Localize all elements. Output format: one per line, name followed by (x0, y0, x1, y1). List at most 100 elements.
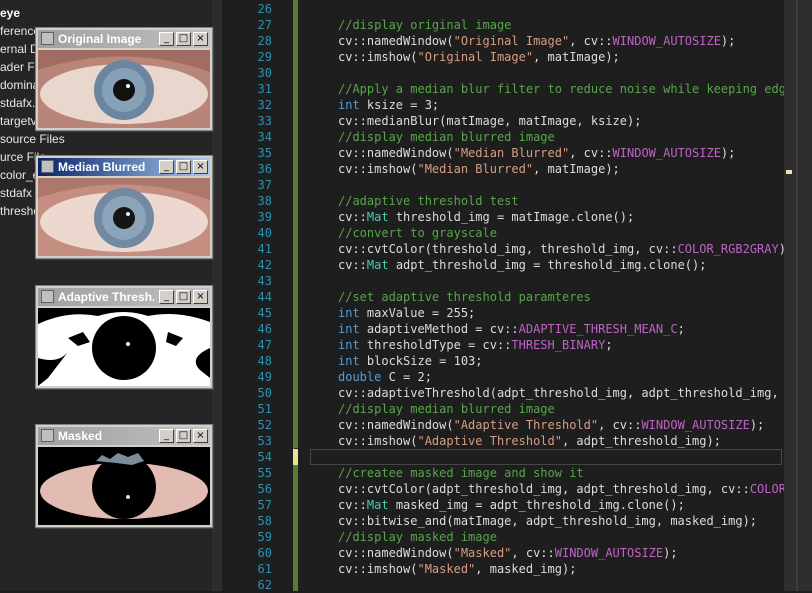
code-line[interactable]: int ksize = 3; (338, 97, 439, 113)
minimize-button[interactable]: _ (159, 290, 174, 304)
project-node-eye[interactable]: eye (0, 4, 20, 22)
maximize-button[interactable]: □ (176, 290, 191, 304)
code-line[interactable]: cv::Mat threshold_img = matImage.clone()… (338, 209, 634, 225)
window-titlebar[interactable]: Original Image _ □ × (38, 30, 210, 48)
panel-splitter[interactable] (212, 0, 222, 591)
code-line[interactable]: int maxValue = 255; (338, 305, 475, 321)
maximize-button[interactable]: □ (176, 160, 191, 174)
code-token: cv::adaptiveThreshold(adpt_threshold_img… (338, 386, 784, 400)
code-token: WINDOW_AUTOSIZE (554, 546, 664, 560)
code-line[interactable]: cv::cvtColor(adpt_threshold_img, adpt_th… (338, 481, 784, 497)
code-line[interactable]: //set adaptive threshold paramteres (338, 289, 591, 305)
line-number: 49 (257, 370, 272, 384)
code-line[interactable]: //convert to grayscale (338, 225, 497, 241)
code-token: int (338, 98, 360, 112)
code-token: ; (605, 338, 613, 352)
code-token: cv:: (338, 210, 367, 224)
window-title: Original Image (58, 32, 142, 46)
code-line[interactable]: //display median blurred image (338, 401, 555, 417)
code-line[interactable]: cv::namedWindow("Masked", cv::WINDOW_AUT… (338, 545, 678, 561)
code-token: //createe masked image and show it (338, 466, 584, 480)
code-token: ); (720, 34, 736, 48)
code-line[interactable]: cv::namedWindow("Median Blurred", cv::WI… (338, 145, 735, 161)
code-line[interactable]: //adaptive threshold test (338, 193, 519, 209)
code-token: cv::imshow( (338, 562, 418, 576)
code-line[interactable]: //display median blurred image (338, 129, 555, 145)
vertical-scrollbar[interactable] (784, 0, 812, 591)
code-token: ksize = 3; (359, 98, 440, 112)
code-line[interactable]: //createe masked image and show it (338, 465, 584, 481)
median-blurred-window[interactable]: Median Blurred _ □ × (35, 155, 213, 259)
code-line[interactable]: cv::namedWindow("Adaptive Threshold", cv… (338, 417, 764, 433)
code-editor[interactable]: //display original image cv::namedWindow(… (298, 0, 784, 591)
code-line[interactable]: cv::namedWindow("Original Image", cv::WI… (338, 33, 735, 49)
code-token: ; (677, 322, 685, 336)
line-number: 43 (257, 274, 272, 288)
code-token: Mat (366, 258, 389, 272)
code-token: "Masked" (453, 546, 512, 560)
code-line[interactable]: cv::cvtColor(threshold_img, threshold_im… (338, 241, 784, 257)
code-line[interactable]: cv::adaptiveThreshold(adpt_threshold_img… (338, 385, 784, 401)
code-token: "Original Image" (417, 50, 534, 64)
minimize-button[interactable]: _ (159, 429, 174, 443)
code-line[interactable]: //Apply a median blur filter to reduce n… (338, 81, 784, 97)
line-number: 32 (257, 98, 272, 112)
line-number: 53 (257, 434, 272, 448)
code-line[interactable]: double C = 2; (338, 369, 432, 385)
window-titlebar[interactable]: Median Blurred _ □ × (38, 158, 210, 176)
window-titlebar[interactable]: Masked _ □ × (38, 427, 210, 445)
code-line[interactable]: cv::imshow("Masked", masked_img); (338, 561, 576, 577)
code-token: cv::imshow( (338, 50, 418, 64)
header-file-targetver[interactable]: targetv (0, 112, 37, 130)
code-token: COLOR_RGB2GRAY (677, 242, 779, 256)
resource-files-node[interactable]: source Files (0, 130, 65, 148)
code-line[interactable]: cv::Mat adpt_threshold_img = threshold_i… (338, 257, 706, 273)
code-line[interactable]: //display masked image (338, 529, 497, 545)
scrollbar-change-marker (786, 170, 792, 174)
close-button[interactable]: × (193, 32, 208, 46)
code-line[interactable]: cv::imshow("Adaptive Threshold", adpt_th… (338, 433, 721, 449)
minimize-button[interactable]: _ (159, 32, 174, 46)
line-number: 51 (257, 402, 272, 416)
maximize-button[interactable]: □ (176, 32, 191, 46)
adaptive-threshold-window[interactable]: Adaptive Thresh... _ □ × (35, 285, 213, 389)
code-token: cv::cvtColor(adpt_threshold_img, adpt_th… (338, 482, 750, 496)
masked-window[interactable]: Masked _ □ × (35, 424, 213, 528)
minimize-button[interactable]: _ (159, 160, 174, 174)
source-file-stdafx[interactable]: stdafx (0, 184, 32, 202)
code-line[interactable]: //display original image (338, 17, 511, 33)
close-button[interactable]: × (193, 290, 208, 304)
code-line[interactable]: cv::medianBlur(matImage, matImage, ksize… (338, 113, 641, 129)
code-token: , adpt_threshold_img); (561, 434, 721, 448)
header-file-stdafx[interactable]: stdafx. (0, 94, 35, 112)
original-image-window[interactable]: Original Image _ □ × (35, 27, 213, 131)
line-number: 41 (257, 242, 272, 256)
code-line[interactable]: int blockSize = 103; (338, 353, 483, 369)
line-number: 36 (257, 162, 272, 176)
window-title: Adaptive Thresh... (58, 290, 154, 304)
code-token: , cv:: (511, 546, 555, 560)
close-button[interactable]: × (193, 160, 208, 174)
window-titlebar[interactable]: Adaptive Thresh... _ □ × (38, 288, 210, 306)
line-number: 37 (257, 178, 272, 192)
code-line[interactable]: cv::imshow("Median Blurred", matImage); (338, 161, 620, 177)
code-line[interactable]: cv::imshow("Original Image", matImage); (338, 49, 620, 65)
line-number: 27 (257, 18, 272, 32)
code-token: cv::namedWindow( (338, 418, 454, 432)
maximize-button[interactable]: □ (176, 429, 191, 443)
code-token: cv::namedWindow( (338, 34, 454, 48)
code-line[interactable]: int adaptiveMethod = cv::ADAPTIVE_THRESH… (338, 321, 685, 337)
code-token: //Apply a median blur filter to reduce n… (338, 82, 784, 96)
code-line[interactable]: int thresholdType = cv::THRESH_BINARY; (338, 337, 613, 353)
code-line[interactable]: cv::Mat masked_img = adpt_threshold_img.… (338, 497, 685, 513)
median-blurred-eye-image (38, 178, 210, 256)
code-line[interactable]: cv::bitwise_and(matImage, adpt_threshold… (338, 513, 757, 529)
line-number: 39 (257, 210, 272, 224)
source-file-color[interactable]: color_e (0, 166, 39, 184)
close-button[interactable]: × (193, 429, 208, 443)
line-number: 56 (257, 482, 272, 496)
line-number: 40 (257, 226, 272, 240)
code-token: , matImage); (533, 162, 620, 176)
code-token: //adaptive threshold test (338, 194, 519, 208)
line-number: 45 (257, 306, 272, 320)
